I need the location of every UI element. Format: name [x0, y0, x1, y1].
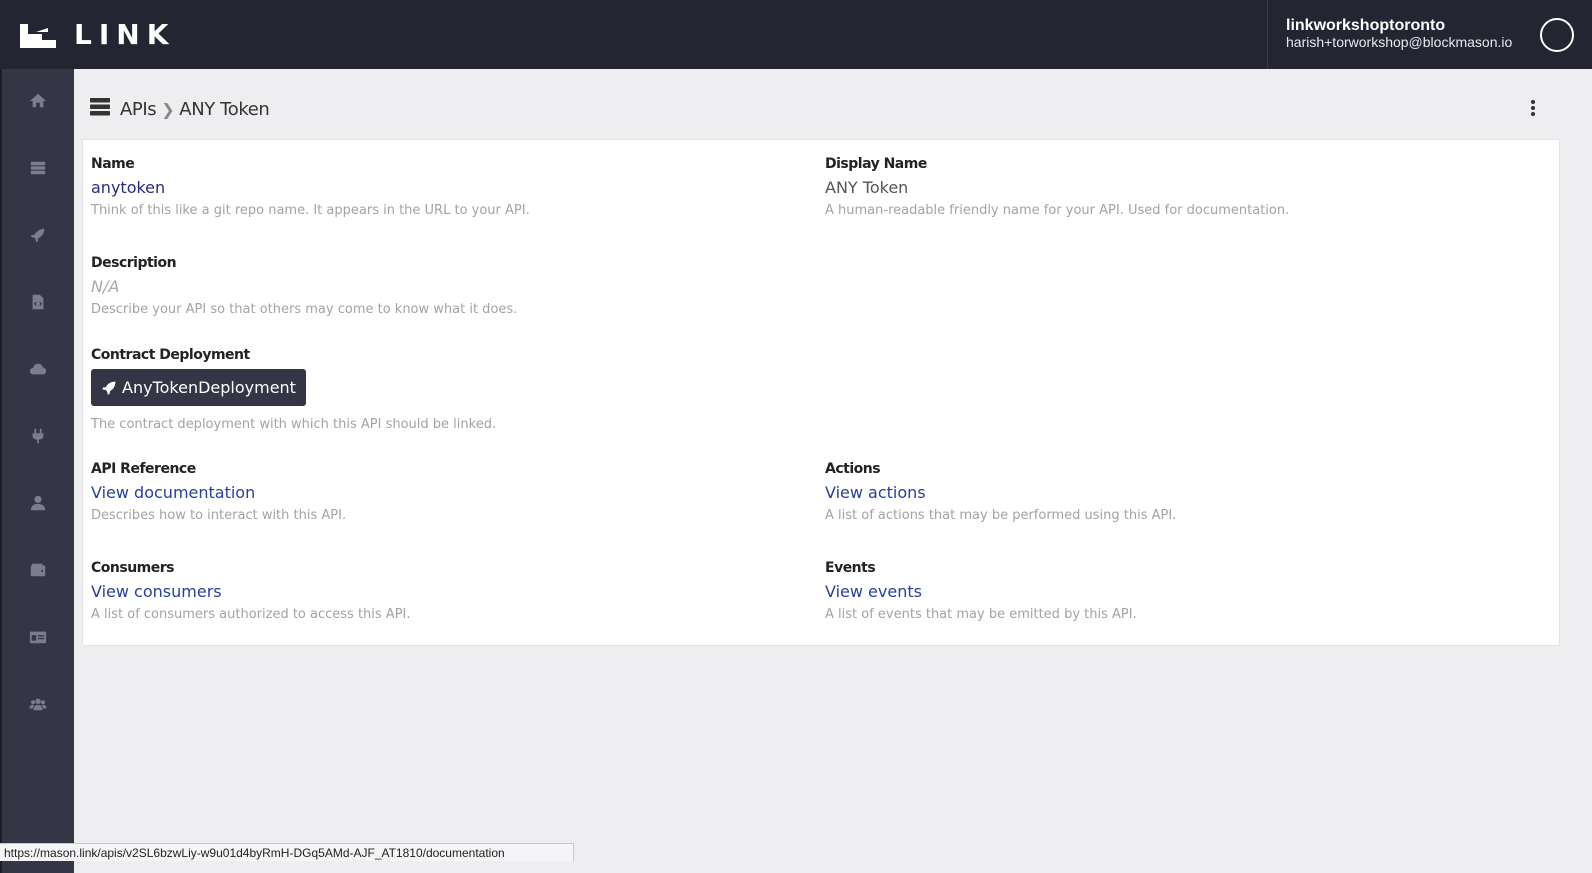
- server-icon: [90, 97, 110, 121]
- name-label: Name: [91, 156, 135, 172]
- wallet-icon: [30, 563, 46, 577]
- server-icon: [30, 161, 46, 175]
- logo-text: LINK: [74, 18, 176, 51]
- sidebar-item-wallet[interactable]: [2, 550, 74, 590]
- events-field: Events View events A list of events that…: [825, 560, 1465, 622]
- view-events-link[interactable]: View events: [825, 582, 1465, 601]
- description-label: Description: [91, 255, 177, 271]
- name-value: anytoken: [91, 178, 166, 197]
- cloud-icon: [29, 363, 47, 375]
- description-help: Describe your API so that others may com…: [91, 302, 518, 317]
- more-options-icon[interactable]: [1528, 99, 1538, 117]
- plug-icon: [32, 428, 44, 444]
- sidebar-item-team[interactable]: [2, 684, 74, 724]
- events-help: A list of events that may be emitted by …: [825, 607, 1137, 622]
- sidebar-item-apis[interactable]: [2, 148, 74, 188]
- account-name: linkworkshoptoronto: [1286, 17, 1446, 34]
- actions-help: A list of actions that may be performed …: [825, 508, 1177, 523]
- breadcrumb-current: ANY Token: [179, 98, 270, 120]
- actions-field: Actions View actions A list of actions t…: [825, 461, 1465, 523]
- id-card-icon: [29, 631, 47, 644]
- sidebar-item-contracts[interactable]: [2, 282, 74, 322]
- account-email: harish+torworkshop@blockmason.io: [1286, 34, 1513, 50]
- consumers-label: Consumers: [91, 560, 174, 576]
- sidebar-item-deployments[interactable]: [2, 215, 74, 255]
- sidebar-item-integrations[interactable]: [2, 416, 74, 456]
- api-reference-label: API Reference: [91, 461, 196, 477]
- contract-deployment-button[interactable]: AnyTokenDeployment: [91, 369, 306, 406]
- breadcrumb-apis[interactable]: APIs: [120, 99, 157, 120]
- view-consumers-link[interactable]: View consumers: [91, 582, 731, 601]
- consumers-help: A list of consumers authorized to access…: [91, 607, 411, 622]
- view-documentation-link[interactable]: View documentation: [91, 483, 731, 502]
- contract-deployment-field: Contract Deployment AnyTokenDeployment T…: [91, 347, 731, 432]
- name-help: Think of this like a git repo name. It a…: [91, 203, 530, 218]
- name-field: Name anytoken Think of this like a git r…: [91, 156, 731, 218]
- description-value: N/A: [91, 277, 120, 296]
- account-menu[interactable]: linkworkshoptoronto harish+torworkshop@b…: [1267, 0, 1592, 69]
- top-bar: LINK linkworkshoptoronto harish+torworks…: [0, 0, 1592, 69]
- description-field: Description N/A Describe your API so tha…: [91, 255, 731, 317]
- rocket-icon: [30, 228, 45, 243]
- logo[interactable]: LINK: [18, 18, 175, 51]
- display-name-field: Display Name ANY Token A human-readable …: [825, 156, 1465, 218]
- user-icon: [30, 495, 46, 511]
- actions-label: Actions: [825, 461, 881, 477]
- status-url: https://mason.link/apis/v2SL6bzwLiy-w9u0…: [0, 843, 574, 861]
- contract-deployment-label: Contract Deployment: [91, 347, 250, 363]
- breadcrumb-separator: ❯: [161, 99, 175, 119]
- code-file-icon: [32, 294, 44, 310]
- display-name-help: A human-readable friendly name for your …: [825, 203, 1290, 218]
- sidebar-item-home[interactable]: [2, 81, 74, 121]
- api-reference-field: API Reference View documentation Describ…: [91, 461, 731, 523]
- sidebar-item-account[interactable]: [2, 483, 74, 523]
- home-icon: [29, 93, 47, 108]
- api-reference-help: Describes how to interact with this API.: [91, 508, 347, 523]
- page-header: APIs ❯ ANY Token: [90, 97, 270, 121]
- sidebar: [0, 69, 74, 873]
- contract-deployment-help: The contract deployment with which this …: [91, 417, 497, 432]
- events-label: Events: [825, 560, 876, 576]
- api-details-card: Name anytoken Think of this like a git r…: [82, 139, 1560, 646]
- main-content: APIs ❯ ANY Token Name anytoken Think of th…: [74, 69, 1592, 873]
- display-name-label: Display Name: [825, 156, 927, 172]
- contract-deployment-name: AnyTokenDeployment: [122, 378, 296, 397]
- rocket-icon: [102, 381, 116, 395]
- users-icon: [29, 698, 47, 711]
- avatar[interactable]: [1540, 18, 1574, 52]
- view-actions-link[interactable]: View actions: [825, 483, 1465, 502]
- display-name-value: ANY Token: [825, 178, 909, 197]
- sidebar-item-cloud[interactable]: [2, 349, 74, 389]
- sidebar-item-identity[interactable]: [2, 617, 74, 657]
- breadcrumb: APIs ❯ ANY Token: [120, 98, 270, 120]
- consumers-field: Consumers View consumers A list of consu…: [91, 560, 731, 622]
- link-logo-icon: [20, 23, 56, 48]
